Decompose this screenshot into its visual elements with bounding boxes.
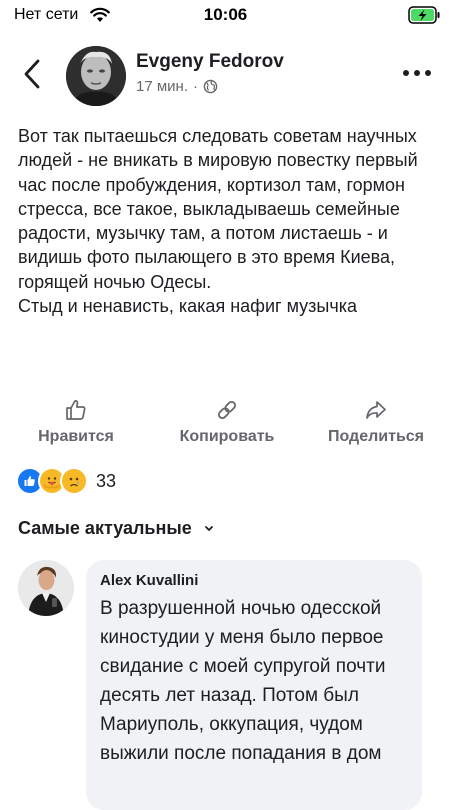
link-icon [218, 401, 236, 419]
reactions-count: 33 [96, 470, 117, 491]
comment-bubble: Alex Kuvallini В разрушенной ночью одесс… [86, 560, 422, 810]
post-paragraph: Вот так пытаешься следовать советам науч… [18, 126, 418, 292]
comment-author[interactable]: Alex Kuvallini [100, 572, 198, 589]
like-label: Нравится [38, 428, 114, 445]
author-name[interactable]: Evgeny Fedorov [136, 51, 284, 73]
share-icon [366, 401, 386, 419]
share-label: Поделиться [327, 428, 425, 445]
more-options-button[interactable] [400, 66, 434, 80]
status-bar: Нет сети 10:06 [0, 0, 451, 30]
status-time: 10:06 [203, 5, 248, 24]
post-time[interactable]: 17 мин. [136, 78, 188, 95]
back-button[interactable] [18, 56, 48, 92]
globe-icon [203, 79, 218, 94]
author-avatar[interactable] [66, 46, 126, 106]
comment-text: В разрушенной ночью одесской киностудии … [100, 598, 386, 764]
thumbs-up-icon [66, 400, 86, 420]
share-button[interactable]: Поделиться [316, 398, 436, 446]
battery-charging-icon [408, 6, 440, 24]
copy-label: Копировать [179, 428, 275, 445]
commenter-avatar[interactable] [18, 560, 74, 616]
chevron-down-icon [204, 525, 213, 531]
like-button[interactable]: Нравится [26, 398, 126, 446]
post-meta: 17 мин. · [136, 78, 218, 95]
comment-sort-dropdown[interactable]: Самые актуальные [18, 518, 214, 539]
post-header: Evgeny Fedorov 17 мин. · [0, 36, 451, 114]
copy-button[interactable]: Копировать [168, 398, 286, 446]
sort-label: Самые актуальные [18, 518, 192, 538]
post-text: Вот так пытаешься следовать советам науч… [18, 124, 438, 318]
sad-reaction-icon [60, 467, 88, 495]
reactions-summary[interactable]: 33 [16, 467, 117, 495]
meta-separator: · [193, 78, 198, 95]
post-paragraph: Стыд и ненависть, какая нафиг музычка [18, 296, 358, 317]
post-actions: Нравится Копировать Поделиться [0, 398, 451, 450]
